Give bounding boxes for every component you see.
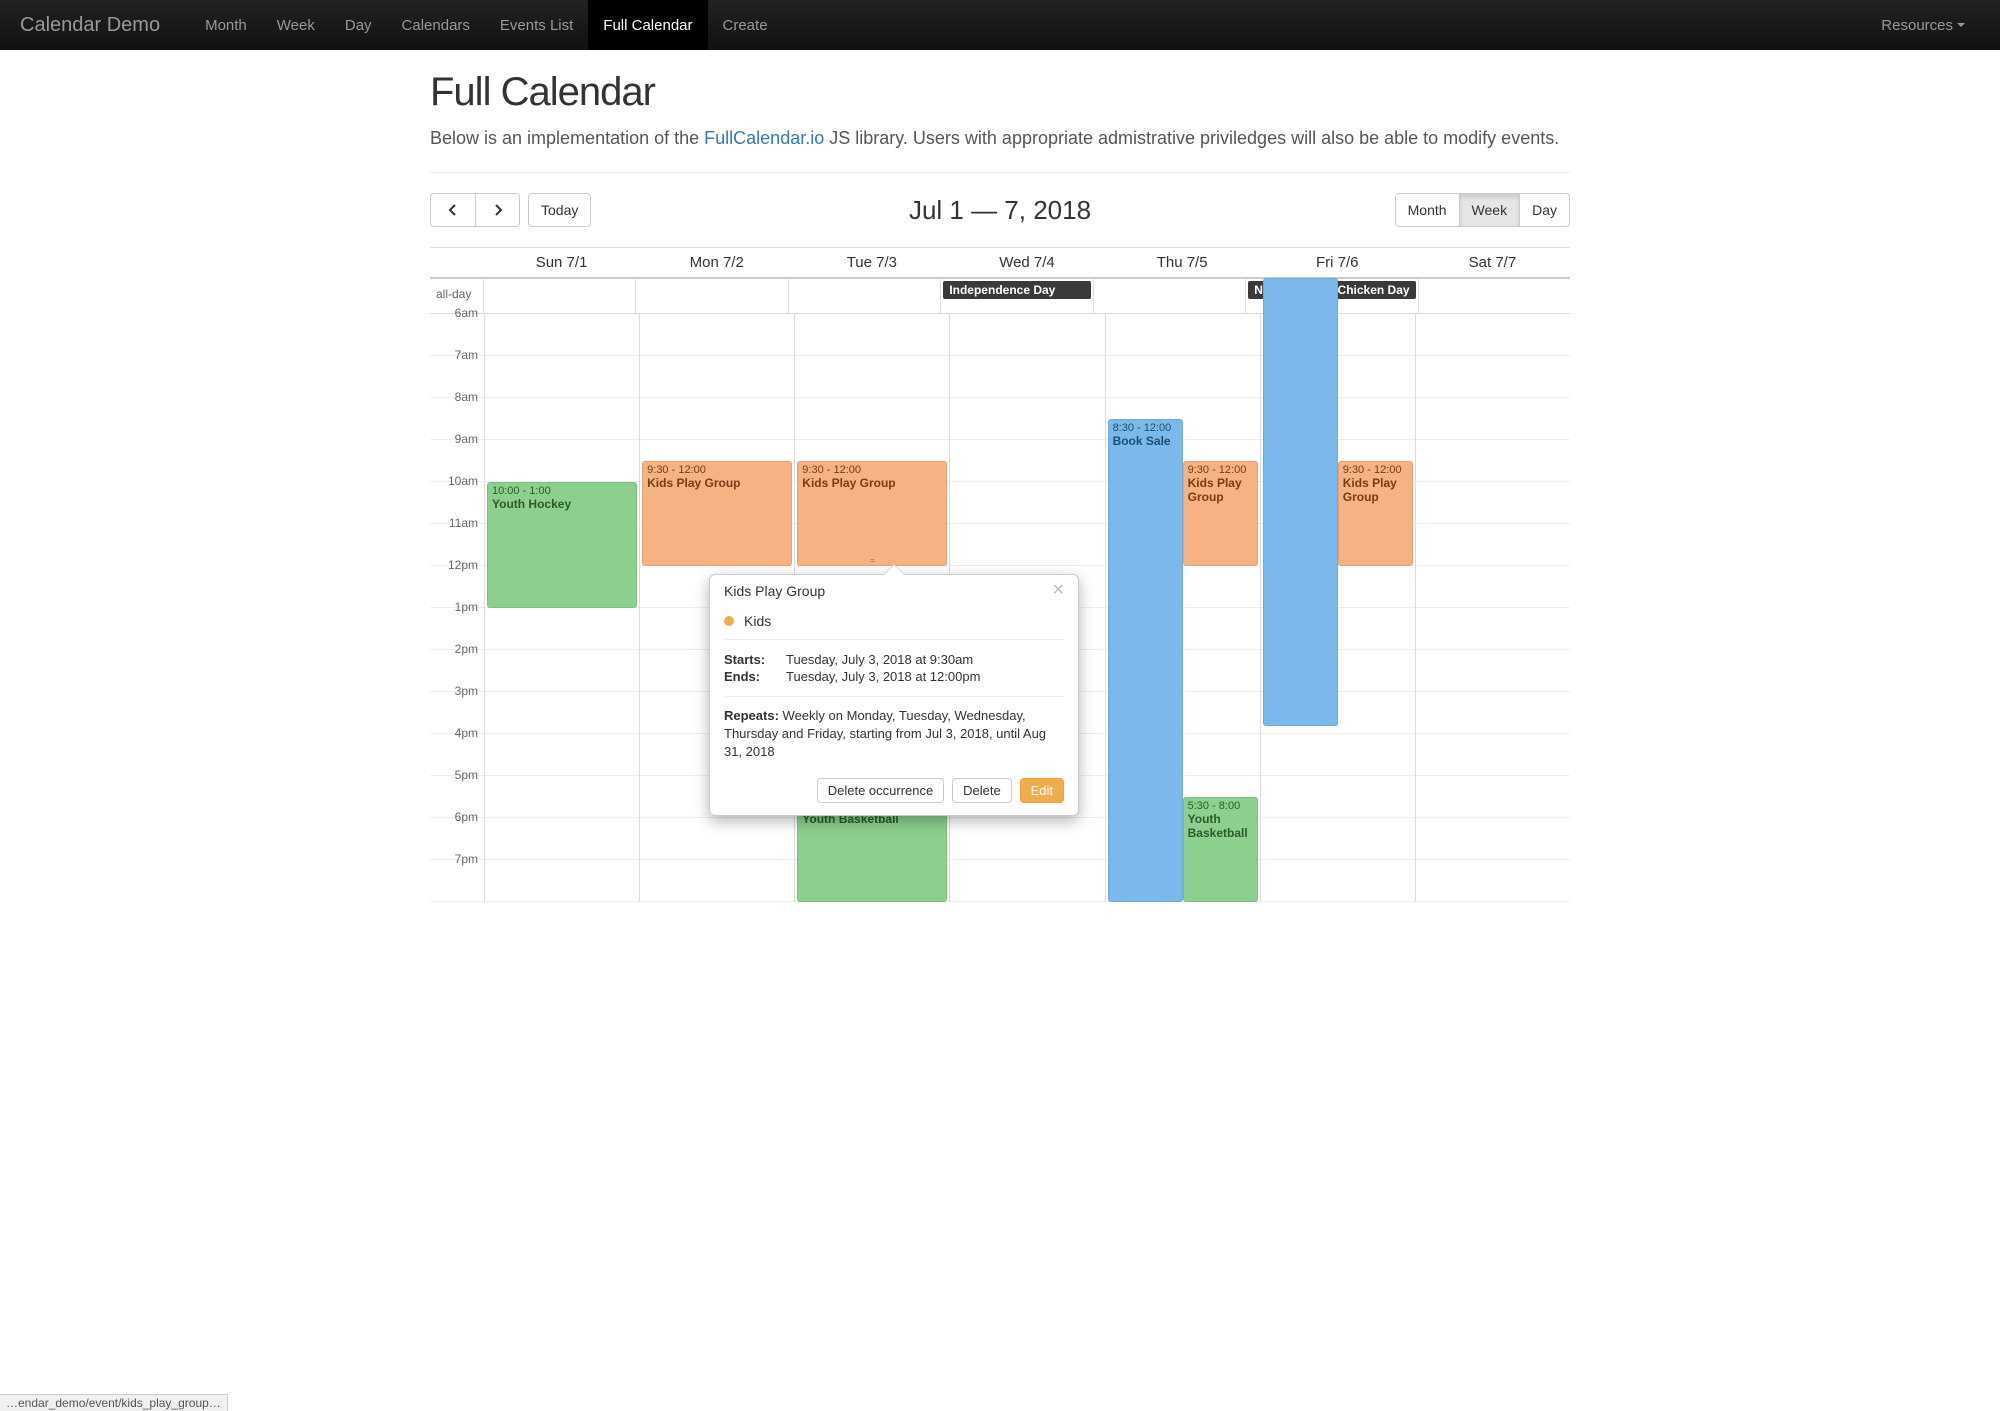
prev-button[interactable] bbox=[430, 193, 475, 227]
calendar-grid: Sun 7/1 Mon 7/2 Tue 7/3 Wed 7/4 Thu 7/5 … bbox=[430, 247, 1570, 902]
allday-cell-mon[interactable] bbox=[636, 279, 788, 313]
event-book-sale[interactable]: 8:30 - 12:00 Book Sale bbox=[1108, 419, 1183, 902]
next-button[interactable] bbox=[475, 193, 520, 227]
caret-down-icon bbox=[1957, 23, 1965, 27]
ends-value: Tuesday, July 3, 2018 at 12:00pm bbox=[786, 669, 980, 684]
navbar-brand[interactable]: Calendar Demo bbox=[20, 14, 180, 37]
repeats-label: Repeats: bbox=[724, 708, 779, 723]
page-lead: Below is an implementation of the FullCa… bbox=[430, 125, 1570, 152]
page-title: Full Calendar bbox=[430, 70, 1570, 115]
nav-full-calendar[interactable]: Full Calendar bbox=[588, 0, 707, 50]
delete-occurrence-button[interactable]: Delete occurrence bbox=[817, 778, 945, 803]
event-kids-play-group-mon[interactable]: 9:30 - 12:00 Kids Play Group bbox=[642, 461, 792, 566]
col-header-wed[interactable]: Wed 7/4 bbox=[949, 248, 1104, 277]
allday-row: all-day Independence Day National Fried … bbox=[430, 279, 1570, 314]
event-kids-play-group-fri[interactable]: 9:30 - 12:00 Kids Play Group bbox=[1338, 461, 1413, 566]
col-header-sat[interactable]: Sat 7/7 bbox=[1415, 248, 1570, 277]
col-header-tue[interactable]: Tue 7/3 bbox=[794, 248, 949, 277]
popover-category: Kids bbox=[744, 613, 771, 629]
day-column-sun[interactable]: 10:00 - 1:00 Youth Hockey bbox=[484, 314, 639, 902]
nav-day[interactable]: Day bbox=[330, 0, 387, 50]
time-axis: 6am 7am 8am 9am 10am 11am 12pm 1pm 2pm 3… bbox=[430, 314, 484, 902]
event-kids-play-group-tue[interactable]: 9:30 - 12:00 Kids Play Group bbox=[797, 461, 947, 566]
nav-month[interactable]: Month bbox=[190, 0, 262, 50]
navbar: Calendar Demo Month Week Day Calendars E… bbox=[0, 0, 2000, 50]
edit-button[interactable]: Edit bbox=[1020, 778, 1064, 803]
col-header-sun[interactable]: Sun 7/1 bbox=[484, 248, 639, 277]
browser-status-bar: …endar_demo/event/kids_play_group… bbox=[0, 1394, 228, 1411]
starts-label: Starts: bbox=[724, 652, 786, 667]
nav-resources-dropdown[interactable]: Resources bbox=[1866, 0, 1980, 50]
event-youth-hockey[interactable]: 10:00 - 1:00 Youth Hockey bbox=[487, 482, 637, 608]
fullcalendar-link[interactable]: FullCalendar.io bbox=[704, 128, 824, 148]
calendar-toolbar: Today Jul 1 — 7, 2018 Month Week Day bbox=[430, 193, 1570, 227]
date-range-title: Jul 1 — 7, 2018 bbox=[909, 195, 1091, 226]
col-header-mon[interactable]: Mon 7/2 bbox=[639, 248, 794, 277]
chevron-left-icon bbox=[448, 203, 458, 217]
nav-resources-label: Resources bbox=[1881, 17, 1953, 34]
allday-cell-sun[interactable] bbox=[484, 279, 636, 313]
day-column-fri[interactable]: 9:30 - 12:00 Kids Play Group bbox=[1260, 314, 1415, 902]
popover-title: Kids Play Group bbox=[724, 583, 825, 599]
allday-cell-tue[interactable] bbox=[789, 279, 941, 313]
nav-week[interactable]: Week bbox=[262, 0, 330, 50]
view-day-button[interactable]: Day bbox=[1519, 193, 1570, 227]
allday-cell-thu[interactable] bbox=[1094, 279, 1246, 313]
starts-value: Tuesday, July 3, 2018 at 9:30am bbox=[786, 652, 973, 667]
nav-events-list[interactable]: Events List bbox=[485, 0, 588, 50]
day-column-thu[interactable]: 8:30 - 12:00 Book Sale 9:30 - 12:00 Kids… bbox=[1105, 314, 1260, 902]
allday-cell-sat[interactable] bbox=[1419, 279, 1570, 313]
popover-close-button[interactable]: × bbox=[1052, 583, 1064, 599]
day-column-sat[interactable] bbox=[1415, 314, 1570, 902]
time-grid: 6am 7am 8am 9am 10am 11am 12pm 1pm 2pm 3… bbox=[430, 314, 1570, 902]
today-button[interactable]: Today bbox=[528, 193, 591, 227]
col-header-fri[interactable]: Fri 7/6 bbox=[1260, 248, 1415, 277]
allday-cell-wed[interactable]: Independence Day bbox=[941, 279, 1093, 313]
event-youth-basketball-thu[interactable]: 5:30 - 8:00 Youth Basketball bbox=[1183, 797, 1258, 902]
col-header-thu[interactable]: Thu 7/5 bbox=[1105, 248, 1260, 277]
allday-event-independence-day[interactable]: Independence Day bbox=[943, 281, 1090, 299]
popover-arrow-icon bbox=[883, 564, 905, 575]
event-blue-fri[interactable] bbox=[1263, 278, 1338, 726]
divider bbox=[430, 172, 1570, 173]
nav-create[interactable]: Create bbox=[708, 0, 783, 50]
column-header-row: Sun 7/1 Mon 7/2 Tue 7/3 Wed 7/4 Thu 7/5 … bbox=[430, 248, 1570, 279]
category-dot-icon bbox=[724, 616, 734, 626]
view-month-button[interactable]: Month bbox=[1395, 193, 1460, 227]
event-popover: Kids Play Group × Kids Starts: Tuesday, … bbox=[709, 574, 1079, 816]
event-kids-play-group-thu[interactable]: 9:30 - 12:00 Kids Play Group bbox=[1183, 461, 1258, 566]
view-week-button[interactable]: Week bbox=[1459, 193, 1521, 227]
nav-calendars[interactable]: Calendars bbox=[387, 0, 485, 50]
chevron-right-icon bbox=[493, 203, 503, 217]
ends-label: Ends: bbox=[724, 669, 786, 684]
delete-button[interactable]: Delete bbox=[952, 778, 1012, 803]
